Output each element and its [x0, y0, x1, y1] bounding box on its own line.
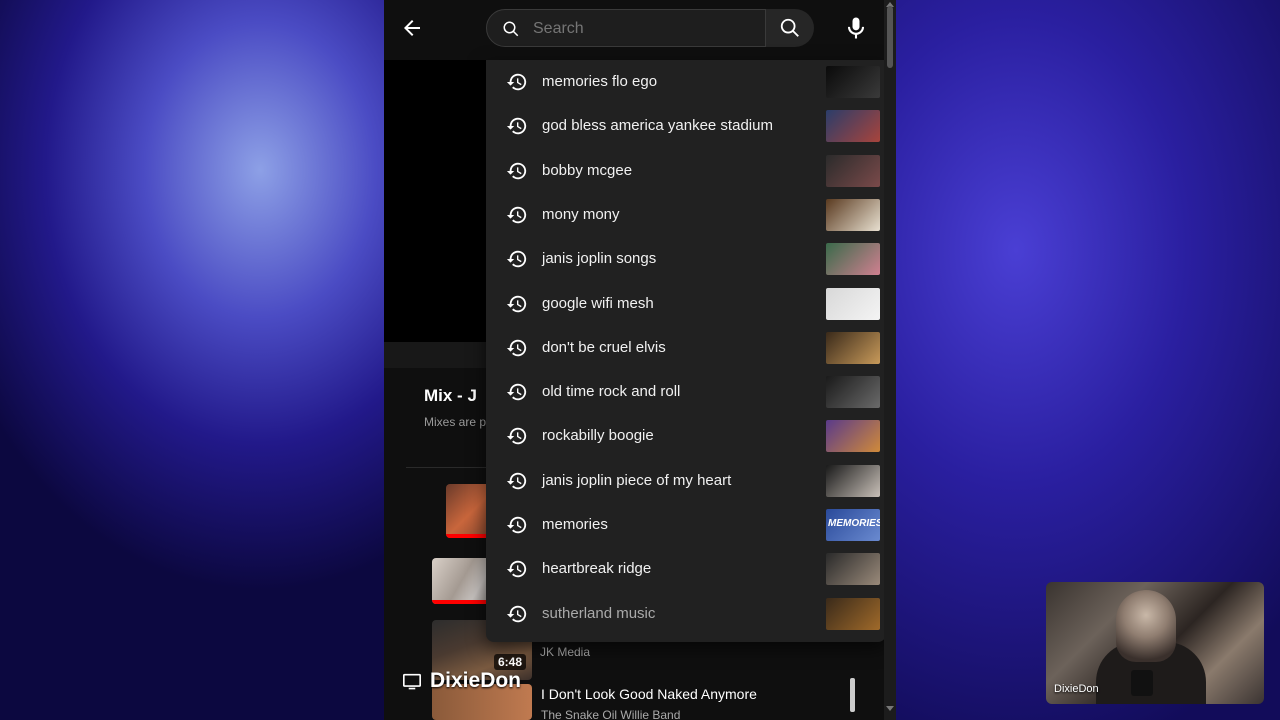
- history-icon: [506, 516, 527, 534]
- video-title[interactable]: I Don't Look Good Naked Anymore: [541, 686, 757, 702]
- video-channel-name: JK Media: [540, 645, 591, 659]
- search-suggestion-item[interactable]: mony mony: [486, 193, 886, 237]
- search-suggestion-item[interactable]: rockabilly boogie: [486, 414, 886, 458]
- video-channel-name: The Snake Oil Willie Band: [541, 708, 681, 720]
- history-icon: [506, 250, 527, 268]
- suggestion-thumbnail: [826, 597, 880, 630]
- suggestion-thumbnail: [826, 110, 880, 143]
- suggestion-text: rockabilly boogie: [542, 427, 654, 445]
- video-duration-badge: 6:48: [494, 654, 527, 670]
- scrollbar-thumb[interactable]: [887, 6, 893, 68]
- search-suggestion-item[interactable]: memories MEMORIES: [486, 503, 886, 547]
- arrow-left-icon: [404, 20, 420, 36]
- history-icon: [506, 472, 527, 489]
- search-icon: [780, 18, 799, 37]
- history-icon: [506, 162, 527, 179]
- search-suggestion-item[interactable]: don't be cruel elvis: [486, 326, 886, 370]
- suggestion-text: mony mony: [542, 205, 620, 223]
- suggestion-thumbnail: [826, 420, 880, 453]
- suggestion-text: janis joplin songs: [542, 250, 657, 268]
- search-suggestion-item[interactable]: heartbreak ridge: [486, 547, 886, 591]
- voice-search-button[interactable]: [842, 14, 870, 42]
- search-suggestion-item[interactable]: janis joplin songs: [486, 237, 886, 281]
- history-icon: [506, 339, 527, 357]
- history-icon: [506, 605, 527, 622]
- suggestion-text: janis joplin piece of my heart: [542, 471, 732, 489]
- suggestion-text: don't be cruel elvis: [542, 338, 666, 356]
- mix-subtitle: Mixes are p: [424, 415, 487, 429]
- suggestion-text: sutherland music: [542, 604, 656, 622]
- history-icon: [506, 383, 527, 401]
- suggestion-thumbnail: [826, 154, 880, 187]
- suggestion-thumbnail: [826, 553, 880, 586]
- search-suggestion-item[interactable]: google wifi mesh: [486, 282, 886, 326]
- cast-device-name: DixieDon: [430, 669, 522, 692]
- scroll-down-arrow[interactable]: [886, 706, 894, 711]
- suggestion-thumbnail: [826, 243, 880, 276]
- desktop-background-left: [0, 0, 384, 720]
- suggestion-text: old time rock and roll: [542, 383, 681, 401]
- search-suggestion-item[interactable]: bobby mcgee: [486, 149, 886, 193]
- youtube-app-window: Mix - J Mixes are p 6:48 JK Media I Don'…: [384, 0, 896, 720]
- webcam-name-label: DixieDon: [1054, 683, 1099, 695]
- suggestion-thumbnail: [826, 464, 880, 497]
- top-bar: [384, 0, 896, 56]
- suggestion-thumbnail: [826, 287, 880, 320]
- webcam-cup: [1131, 670, 1153, 696]
- suggestion-text: google wifi mesh: [542, 294, 654, 312]
- suggestion-text: heartbreak ridge: [542, 560, 652, 578]
- history-icon: [506, 206, 527, 224]
- search-suggestion-item[interactable]: memories flo ego: [486, 60, 886, 104]
- search-button[interactable]: [766, 9, 814, 47]
- suggestion-text: god bless america yankee stadium: [542, 117, 773, 135]
- suggestion-thumbnail: [826, 198, 880, 231]
- search-suggestion-item[interactable]: old time rock and roll: [486, 370, 886, 414]
- suggestion-thumbnail: MEMORIES: [826, 509, 880, 541]
- search-suggestions-dropdown: memories flo ego god bless america yankee…: [486, 60, 886, 642]
- suggestion-text: bobby mcgee: [542, 161, 633, 179]
- scrollbar[interactable]: [884, 0, 896, 720]
- back-button[interactable]: [400, 16, 424, 40]
- suggestion-text: memories: [542, 516, 608, 533]
- search-suggestion-item[interactable]: god bless america yankee stadium: [486, 104, 886, 148]
- microphone-icon: [847, 17, 865, 39]
- search-icon: [503, 21, 519, 37]
- history-icon: [506, 561, 527, 578]
- cast-indicator[interactable]: DixieDon: [402, 669, 521, 693]
- search-suggestion-item[interactable]: janis joplin piece of my heart: [486, 459, 886, 503]
- suggestion-text: memories flo ego: [542, 73, 658, 90]
- drag-handle[interactable]: [850, 678, 855, 712]
- suggestion-thumbnail-label: MEMORIES: [828, 518, 880, 529]
- suggestion-thumbnail: [826, 66, 880, 98]
- history-icon: [506, 428, 527, 445]
- search-suggestion-item[interactable]: sutherland music: [486, 592, 886, 636]
- search-box[interactable]: [486, 9, 766, 47]
- webcam-person-head: [1116, 590, 1176, 662]
- history-icon: [506, 118, 527, 135]
- history-icon: [506, 295, 527, 312]
- suggestion-thumbnail: [826, 376, 880, 409]
- search-input[interactable]: [531, 17, 755, 41]
- suggestion-thumbnail: [826, 331, 880, 364]
- webcam-overlay: DixieDon: [1046, 582, 1264, 704]
- mix-title[interactable]: Mix - J: [424, 386, 477, 406]
- history-icon: [506, 73, 527, 91]
- cast-icon: [403, 673, 421, 690]
